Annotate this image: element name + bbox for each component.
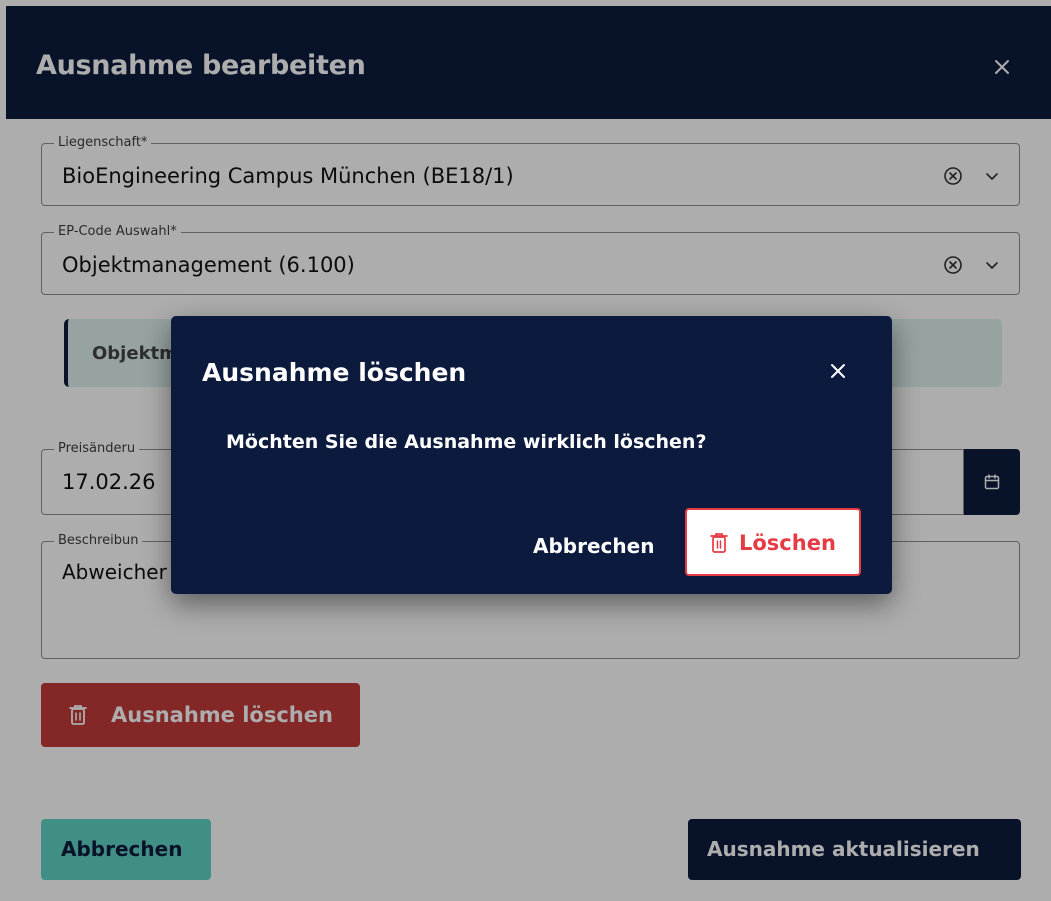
confirm-cancel-button[interactable]: Abbrechen xyxy=(533,534,654,558)
confirm-message: Möchten Sie die Ausnahme wirklich lösche… xyxy=(226,431,707,453)
trash-icon xyxy=(710,533,728,553)
confirm-delete-button[interactable]: Löschen xyxy=(685,508,861,576)
close-icon[interactable] xyxy=(828,361,848,381)
confirm-title: Ausnahme löschen xyxy=(202,358,467,387)
delete-confirm-modal: Ausnahme löschen Möchten Sie die Ausnahm… xyxy=(171,316,892,594)
confirm-delete-label: Löschen xyxy=(739,531,836,555)
